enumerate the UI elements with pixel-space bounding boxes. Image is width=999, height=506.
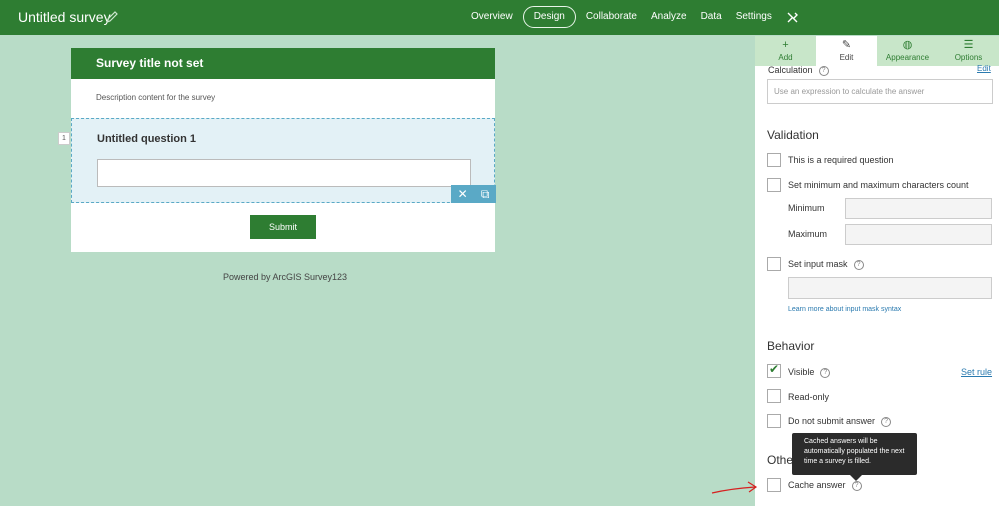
do-not-submit-label: Do not submit answer: [788, 416, 876, 426]
survey-title[interactable]: Untitled survey: [18, 9, 111, 25]
visible-row: Visible?: [788, 367, 831, 378]
question-title: Untitled question 1: [97, 133, 196, 145]
question-number-badge: 1: [58, 132, 70, 145]
tab-options[interactable]: ☰ Options: [938, 36, 999, 66]
cache-answer-row: Cache answer?: [788, 480, 862, 491]
tab-edit[interactable]: ✎ Edit: [816, 36, 877, 66]
nav-collaborate[interactable]: Collaborate: [579, 6, 644, 28]
readonly-label: Read-only: [788, 392, 830, 402]
tab-add[interactable]: + Add: [755, 36, 816, 66]
input-mask-label: Set input mask: [788, 259, 848, 269]
nav-design[interactable]: Design: [522, 6, 576, 28]
help-icon[interactable]: ?: [853, 259, 864, 270]
do-not-submit-row: Do not submit answer?: [788, 416, 892, 427]
form-description[interactable]: Description content for the survey: [96, 93, 215, 102]
plus-icon: +: [782, 39, 789, 51]
calculation-label-row: Calculation?: [768, 65, 829, 76]
cache-answer-checkbox[interactable]: [767, 478, 781, 492]
readonly-checkbox[interactable]: [767, 389, 781, 403]
top-bar: Untitled survey Overview Design Collabor…: [0, 0, 999, 35]
form-header[interactable]: Survey title not set: [71, 48, 495, 79]
behavior-heading: Behavior: [767, 339, 815, 353]
do-not-submit-checkbox[interactable]: [767, 414, 781, 428]
nav-settings[interactable]: Settings: [729, 6, 779, 28]
input-mask-help-link[interactable]: Learn more about input mask syntax: [788, 306, 901, 313]
validation-heading: Validation: [767, 128, 819, 142]
survey-form-card: Survey title not set Description content…: [71, 48, 496, 252]
duplicate-question-icon[interactable]: ⧉: [481, 188, 490, 200]
delete-question-icon[interactable]: ✕: [458, 188, 468, 200]
tools-icon[interactable]: [786, 11, 799, 24]
powered-by-text: Powered by ArcGIS Survey123: [223, 272, 348, 282]
cache-answer-label: Cache answer: [788, 480, 846, 490]
cache-answer-tooltip: Cached answers will be automatically pop…: [792, 433, 917, 481]
calculation-label: Calculation: [768, 65, 813, 75]
nav-data[interactable]: Data: [694, 6, 729, 28]
tab-appearance[interactable]: ◍ Appearance: [877, 36, 938, 66]
question-block[interactable]: Untitled question 1 ✕ ⧉: [71, 118, 496, 203]
help-icon[interactable]: ?: [881, 416, 892, 427]
annotation-arrow-icon: [711, 481, 758, 494]
input-mask-checkbox[interactable]: [767, 257, 781, 271]
maximum-label: Maximum: [788, 229, 828, 239]
calculation-input[interactable]: Use an expression to calculate the answe…: [767, 79, 993, 104]
minmax-checkbox[interactable]: [767, 178, 781, 192]
edit-title-icon[interactable]: [105, 10, 119, 24]
panel-tabs: + Add ✎ Edit ◍ Appearance ☰ Options: [755, 36, 999, 66]
question-toolbar: ✕ ⧉: [451, 185, 496, 203]
input-mask-row: Set input mask?: [788, 259, 864, 270]
sliders-icon: ☰: [963, 39, 974, 51]
palette-icon: ◍: [902, 39, 913, 51]
help-icon[interactable]: ?: [851, 480, 862, 491]
question-answer-input: [97, 159, 471, 187]
calculation-edit-link[interactable]: Edit: [977, 64, 991, 73]
maximum-input[interactable]: [845, 224, 992, 245]
set-rule-link[interactable]: Set rule: [961, 367, 992, 377]
required-checkbox[interactable]: [767, 153, 781, 167]
minimum-label: Minimum: [788, 203, 825, 213]
help-icon[interactable]: ?: [818, 65, 829, 76]
nav-overview[interactable]: Overview: [464, 6, 520, 28]
help-icon[interactable]: ?: [820, 367, 831, 378]
submit-button[interactable]: Submit: [250, 215, 316, 239]
minimum-input[interactable]: [845, 198, 992, 219]
main-nav: Overview Design Collaborate Analyze Data…: [464, 6, 779, 28]
required-label: This is a required question: [788, 155, 894, 165]
minmax-label: Set minimum and maximum characters count: [788, 180, 969, 190]
visible-label: Visible: [788, 367, 815, 377]
nav-analyze[interactable]: Analyze: [644, 6, 694, 28]
pencil-icon: ✎: [841, 39, 852, 51]
visible-checkbox[interactable]: [767, 362, 781, 378]
input-mask-input[interactable]: [788, 277, 992, 299]
